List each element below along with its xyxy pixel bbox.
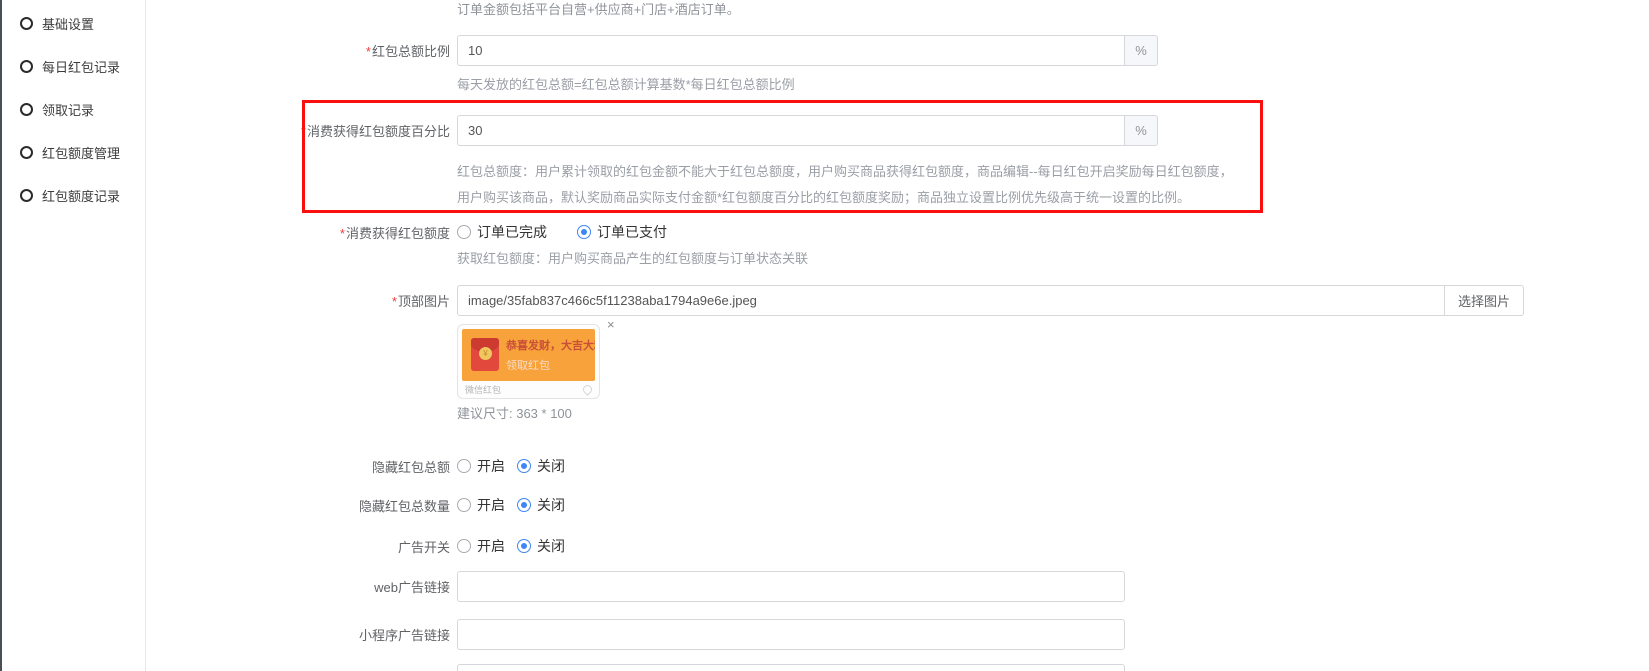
preview-card: ¥ 恭喜发财，大吉大利！ 领取红包 微信红包 (457, 324, 600, 399)
radio-label: 开启 (477, 495, 505, 515)
step-circle-icon (20, 189, 33, 202)
form-row-total-ratio: *红包总额比例 % (147, 35, 1649, 66)
settings-form: 订单金额包括平台自营+供应商+门店+酒店订单。 *红包总额比例 % 每天发放的红… (147, 0, 1649, 671)
sidebar-item-quota-records[interactable]: 红包额度记录 (2, 174, 145, 217)
form-row-hide-count: 隐藏红包总数量 开启 关闭 (147, 495, 1649, 515)
step-circle-icon (20, 146, 33, 159)
field-label: 小程序广告链接 (147, 625, 450, 644)
required-asterisk: * (340, 226, 345, 241)
radio-ad-off[interactable]: 关闭 (517, 536, 565, 556)
radio-hide-count-on[interactable]: 开启 (457, 495, 505, 515)
required-asterisk: * (301, 124, 306, 139)
form-row-mini-ad: 小程序广告链接 (147, 619, 1649, 650)
radio-label: 订单已支付 (597, 222, 667, 242)
form-row-top-image: *顶部图片 选择图片 (147, 285, 1649, 316)
radio-label: 关闭 (537, 495, 565, 515)
remove-image-icon[interactable]: × (607, 318, 615, 331)
radio-order-completed[interactable]: 订单已完成 (457, 222, 547, 242)
sidebar-item-quota-management[interactable]: 红包额度管理 (2, 131, 145, 174)
red-envelope-icon: ¥ (471, 338, 499, 371)
sidebar-item-label: 红包额度管理 (42, 143, 120, 162)
percent-suffix: % (1125, 115, 1158, 146)
radio-checked-icon (517, 498, 531, 512)
radio-label: 关闭 (537, 536, 565, 556)
sidebar-item-label: 每日红包记录 (42, 57, 120, 76)
image-preview: ¥ 恭喜发财，大吉大利！ 领取红包 微信红包 × (457, 324, 617, 399)
radio-label: 开启 (477, 536, 505, 556)
sidebar: 基础设置 每日红包记录 领取记录 红包额度管理 红包额度记录 (2, 0, 146, 671)
radio-icon (457, 498, 471, 512)
top-image-path-input[interactable] (457, 285, 1445, 316)
field-label: *消费获得红包额度 (147, 223, 450, 242)
pin-icon (581, 383, 594, 396)
form-row-consume-quota: *消费获得红包额度 订单已完成 订单已支付 (147, 222, 1649, 242)
radio-icon (457, 539, 471, 553)
radio-checked-icon (517, 539, 531, 553)
radio-hide-total-on[interactable]: 开启 (457, 456, 505, 476)
radio-hide-count-off[interactable]: 关闭 (517, 495, 565, 515)
field-label: 隐藏红包总额 (147, 457, 450, 476)
form-row-partial (147, 664, 1649, 671)
form-row-ad-switch: 广告开关 开启 关闭 (147, 536, 1649, 556)
red-packet-banner: ¥ 恭喜发财，大吉大利！ 领取红包 (462, 329, 595, 381)
field-label: *顶部图片 (147, 291, 450, 310)
field-label: 隐藏红包总数量 (147, 496, 450, 515)
radio-icon (457, 225, 471, 239)
sidebar-item-label: 领取记录 (42, 100, 94, 119)
required-asterisk: * (366, 44, 371, 59)
step-circle-icon (20, 17, 33, 30)
form-row-consume-percent: *消费获得红包额度百分比 % (147, 115, 1649, 146)
sidebar-item-label: 基础设置 (42, 14, 94, 33)
consume-quota-help: 获取红包额度：用户购买商品产生的红包额度与订单状态关联 (457, 250, 1649, 268)
total-ratio-help: 每天发放的红包总额=红包总额计算基数*每日红包总额比例 (457, 76, 1649, 94)
radio-ad-on[interactable]: 开启 (457, 536, 505, 556)
percent-suffix: % (1125, 35, 1158, 66)
consume-percent-input[interactable] (457, 115, 1125, 146)
radio-icon (457, 459, 471, 473)
radio-checked-icon (517, 459, 531, 473)
choose-image-button[interactable]: 选择图片 (1445, 285, 1524, 316)
banner-subtitle: 领取红包 (506, 357, 595, 373)
banner-footer-label: 微信红包 (465, 383, 501, 396)
field-label: *红包总额比例 (147, 41, 450, 60)
size-hint: 建议尺寸: 363 * 100 (457, 403, 1649, 422)
total-ratio-input[interactable] (457, 35, 1125, 66)
required-asterisk: * (392, 294, 397, 309)
page: 基础设置 每日红包记录 领取记录 红包额度管理 红包额度记录 订单金额包括平台自… (0, 0, 1649, 671)
web-ad-link-input[interactable] (457, 571, 1125, 602)
sidebar-item-basic-settings[interactable]: 基础设置 (2, 2, 145, 45)
field-label: web广告链接 (147, 577, 450, 596)
sidebar-item-label: 红包额度记录 (42, 186, 120, 205)
radio-label: 关闭 (537, 456, 565, 476)
radio-checked-icon (577, 225, 591, 239)
field-label: 广告开关 (147, 537, 450, 556)
step-circle-icon (20, 103, 33, 116)
sidebar-item-daily-records[interactable]: 每日红包记录 (2, 45, 145, 88)
radio-hide-total-off[interactable]: 关闭 (517, 456, 565, 476)
form-row-web-ad: web广告链接 (147, 571, 1649, 602)
step-circle-icon (20, 60, 33, 73)
order-amount-note: 订单金额包括平台自营+供应商+门店+酒店订单。 (457, 1, 1649, 19)
form-row-hide-total: 隐藏红包总额 开启 关闭 (147, 456, 1649, 476)
radio-label: 开启 (477, 456, 505, 476)
banner-title: 恭喜发财，大吉大利！ (506, 337, 595, 353)
mini-program-ad-link-input[interactable] (457, 619, 1125, 650)
sidebar-item-claim-records[interactable]: 领取记录 (2, 88, 145, 131)
gold-coin-icon: ¥ (479, 347, 492, 360)
radio-label: 订单已完成 (477, 222, 547, 242)
field-label: *消费获得红包额度百分比 (147, 121, 450, 140)
radio-order-paid[interactable]: 订单已支付 (577, 222, 667, 242)
consume-percent-help: 红包总额度：用户累计领取的红包金额不能大于红包总额度，用户购买商品获得红包额度，… (457, 159, 1245, 211)
extra-input-partial[interactable] (457, 664, 1125, 671)
